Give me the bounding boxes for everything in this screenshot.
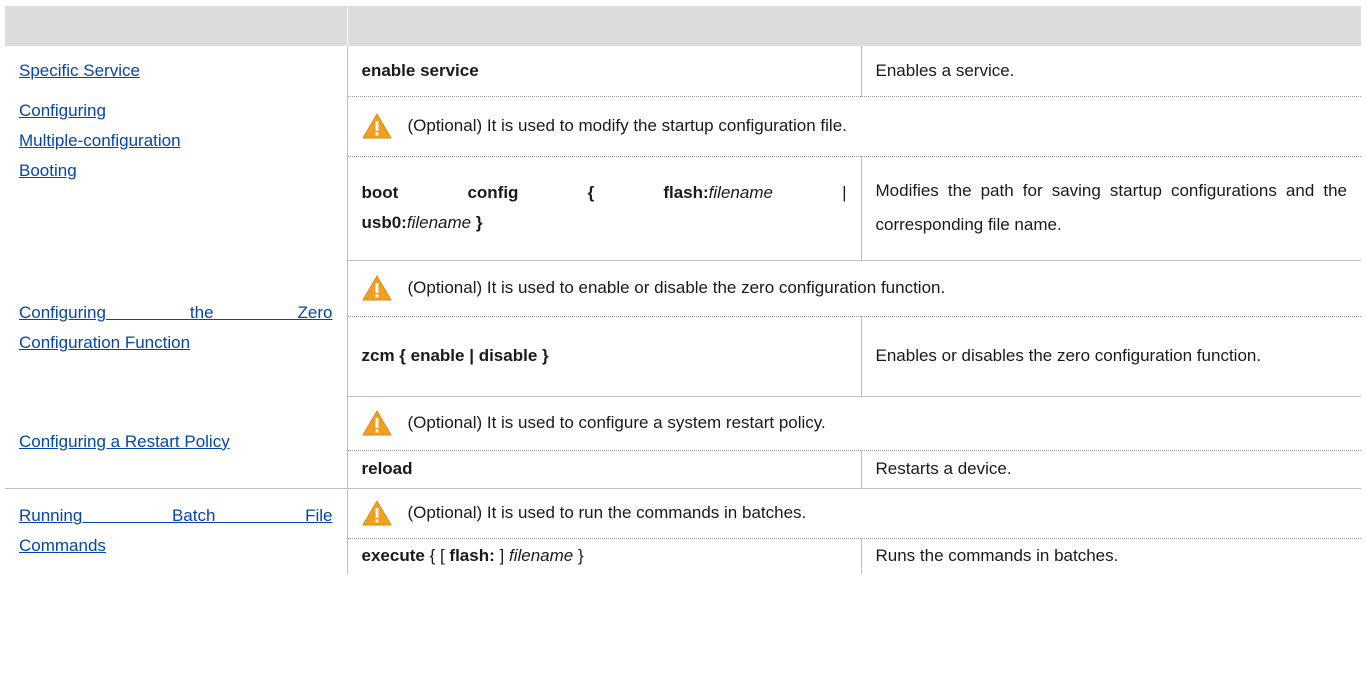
word: File <box>305 506 333 526</box>
link-line: Multiple-configuration <box>19 131 181 150</box>
keyword: usb0: <box>361 213 407 232</box>
note-zero-config: (Optional) It is used to enable or disab… <box>347 259 1361 317</box>
keyword: config <box>467 183 519 202</box>
table-row: Configuring the Zero Configuration Funct… <box>5 259 1361 396</box>
word: Running <box>19 506 83 526</box>
link-line: Configuring the Zero <box>19 298 333 328</box>
warning-triangle-icon <box>361 113 392 139</box>
note-text: (Optional) It is used to run the command… <box>407 503 807 522</box>
keyword: flash: <box>663 183 709 202</box>
word: the <box>189 303 214 322</box>
note-text: (Optional) It is used to modify the star… <box>407 116 847 135</box>
word: Configuring <box>19 303 106 322</box>
command-execute: execute { [ flash: ] filename } <box>347 538 862 574</box>
link-line: Commands <box>19 536 106 556</box>
command-zcm: zcm { enable | disable } <box>347 316 862 397</box>
keyword-with-arg: flash:filename <box>663 183 773 202</box>
command-boot-config: boot config { flash:filename | usb0:file… <box>347 156 862 261</box>
task-cell-zero-config: Configuring the Zero Configuration Funct… <box>5 260 348 396</box>
note-text: (Optional) It is used to configure a sys… <box>407 413 826 432</box>
task-cell-booting: Configuring Multiple-configuration Booti… <box>5 96 348 260</box>
task-cell-specific-service: Specific Service <box>5 46 348 96</box>
desc-zcm: Enables or disables the zero configurati… <box>861 316 1361 397</box>
table-row: Configuring Multiple-configuration Booti… <box>5 96 1361 260</box>
warning-triangle-icon <box>361 275 392 301</box>
note-batch-file: (Optional) It is used to run the command… <box>347 488 1361 539</box>
table-row: Running Batch File Commands (Optional) I… <box>5 488 1361 574</box>
command-line: boot config { flash:filename | <box>362 178 847 208</box>
word: Zero <box>297 303 333 322</box>
argument: filename <box>708 183 773 202</box>
keyword: boot <box>361 183 399 202</box>
link-line: Running Batch File <box>19 501 333 531</box>
syntax-pipe: | <box>842 183 847 202</box>
keyword: execute <box>361 546 425 566</box>
configuration-task-table: Specific Service enable service Enables … <box>5 6 1361 574</box>
link-running-batch-file-commands[interactable]: Running Batch File Commands <box>19 501 333 561</box>
note-boot: (Optional) It is used to modify the star… <box>347 96 1361 157</box>
argument: filename <box>508 546 574 566</box>
desc-execute: Runs the commands in batches. <box>875 546 1119 566</box>
table-row: Configuring a Restart Policy (Optional) … <box>5 395 1361 489</box>
link-line: Booting <box>19 161 77 180</box>
task-cell-restart-policy: Configuring a Restart Policy <box>5 396 348 489</box>
link-configuring-multiple-configuration-booting[interactable]: Configuring Multiple-configuration Booti… <box>19 96 333 186</box>
table-row: Specific Service enable service Enables … <box>5 46 1361 97</box>
command-enable-service: enable service <box>347 46 862 97</box>
command-line: usb0:filename } <box>362 208 847 238</box>
syntax-brace: { <box>587 183 595 202</box>
note-restart-policy: (Optional) It is used to configure a sys… <box>347 395 1361 451</box>
desc-enable-service: Enables a service. <box>861 46 1361 97</box>
desc-boot-config: Modifies the path for saving startup con… <box>861 156 1361 261</box>
link-line: Configuration Function <box>19 333 191 352</box>
header-command-cell <box>347 6 1361 46</box>
warning-triangle-icon <box>361 500 392 526</box>
syntax-brace: } <box>577 546 584 566</box>
link-configuring-a-restart-policy[interactable]: Configuring a Restart Policy <box>19 432 230 451</box>
header-task-cell <box>5 6 348 46</box>
argument: filename <box>406 213 472 232</box>
keyword: flash: <box>449 546 495 566</box>
syntax-brace: { [ <box>429 546 445 566</box>
note-text: (Optional) It is used to enable or disab… <box>407 278 946 297</box>
table-header-row <box>5 6 1361 46</box>
task-cell-batch-file: Running Batch File Commands <box>5 488 348 574</box>
link-line: Configuring <box>19 101 106 120</box>
link-configuring-zero-configuration-function[interactable]: Configuring the Zero Configuration Funct… <box>19 298 333 358</box>
desc-reload: Restarts a device. <box>861 450 1361 489</box>
syntax-brace: } <box>475 213 483 232</box>
word: Batch <box>171 506 216 526</box>
link-specific-service[interactable]: Specific Service <box>19 61 140 80</box>
warning-triangle-icon <box>361 410 392 436</box>
syntax-bracket: ] <box>499 546 505 566</box>
command-reload: reload <box>347 450 862 489</box>
